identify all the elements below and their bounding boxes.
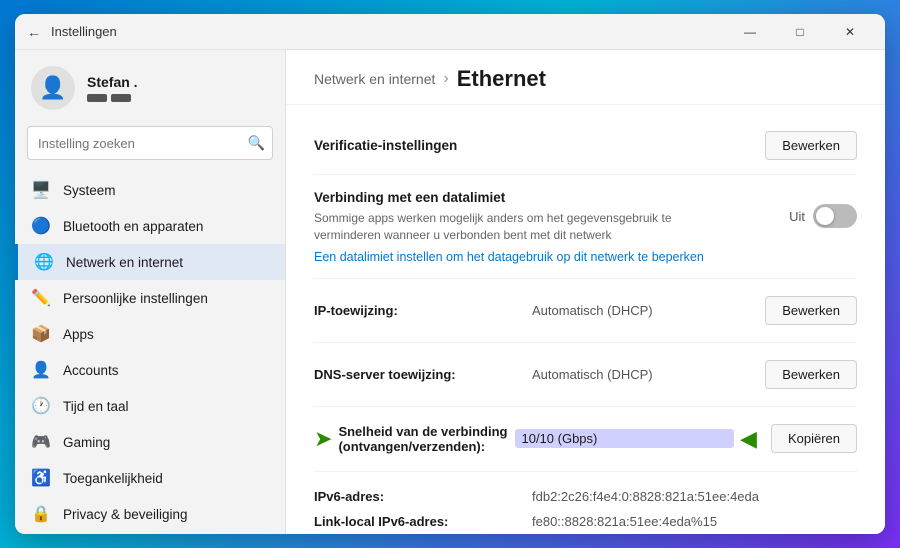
toggle-knob: [816, 207, 834, 225]
sidebar-item-gaming[interactable]: 🎮 Gaming: [15, 424, 285, 460]
sidebar-item-accounts[interactable]: 👤 Accounts: [15, 352, 285, 388]
sidebar-item-netwerk[interactable]: 🌐 Netwerk en internet: [15, 244, 285, 280]
window-title: Instellingen: [51, 24, 727, 39]
bluetooth-icon: 🔵: [31, 216, 51, 236]
ipv6-adres-value: fdb2:2c26:f4e4:0:8828:821a:51ee:4eda: [532, 489, 857, 504]
ipv6-adres-label: IPv6-adres:: [314, 489, 524, 504]
apps-icon: 📦: [31, 324, 51, 344]
datalimiet-toggle-wrap: Uit: [789, 204, 857, 228]
ip-toewijzing-bewerken-button[interactable]: Bewerken: [765, 296, 857, 325]
maximize-button[interactable]: □: [777, 17, 823, 47]
datalimiet-label-block: Verbinding met een datalimiet Sommige ap…: [314, 189, 777, 244]
user-section: 👤 Stefan .: [15, 50, 285, 122]
main-content: 👤 Stefan . 🔍 🖥️ Systeem: [15, 50, 885, 534]
ipv6-section: IPv6-adres: fdb2:2c26:f4e4:0:8828:821a:5…: [314, 472, 857, 534]
link-local-label: Link-local IPv6-adres:: [314, 514, 524, 529]
user-info: Stefan .: [87, 74, 138, 102]
breadcrumb-separator: ›: [443, 70, 448, 88]
user-dots: [87, 94, 138, 102]
page-header: Netwerk en internet › Ethernet: [286, 50, 885, 105]
settings-body: Verificatie-instellingen Bewerken Verbin…: [286, 105, 885, 534]
sidebar-item-privacy[interactable]: 🔒 Privacy & beveiliging: [15, 496, 285, 532]
page-title: Ethernet: [457, 66, 546, 92]
privacy-icon: 🔒: [31, 504, 51, 524]
datalimiet-desc: Sommige apps werken mogelijk anders om h…: [314, 210, 734, 244]
dns-section: DNS-server toewijzing: Automatisch (DHCP…: [314, 343, 857, 407]
sidebar-item-tijd[interactable]: 🕐 Tijd en taal: [15, 388, 285, 424]
breadcrumb: Netwerk en internet › Ethernet: [314, 66, 857, 92]
accounts-icon: 👤: [31, 360, 51, 380]
verificatie-label-block: Verificatie-instellingen: [314, 137, 753, 155]
sidebar-item-label: Bluetooth en apparaten: [63, 219, 203, 234]
datalimiet-section: Verbinding met een datalimiet Sommige ap…: [314, 175, 857, 279]
link-local-value: fe80::8828:821a:51ee:4eda%15: [532, 514, 857, 529]
gaming-icon: 🎮: [31, 432, 51, 452]
verificatie-section: Verificatie-instellingen Bewerken: [314, 117, 857, 175]
verificatie-label: Verificatie-instellingen: [314, 138, 457, 153]
breadcrumb-parent: Netwerk en internet: [314, 71, 435, 87]
ipv6-adres-row: IPv6-adres: fdb2:2c26:f4e4:0:8828:821a:5…: [314, 484, 857, 509]
verificatie-row: Verificatie-instellingen Bewerken: [314, 131, 857, 160]
datalimiet-row: Verbinding met een datalimiet Sommige ap…: [314, 189, 857, 244]
user-icon: 👤: [39, 75, 66, 101]
nav-list: 🖥️ Systeem 🔵 Bluetooth en apparaten 🌐 Ne…: [15, 172, 285, 534]
user-name: Stefan .: [87, 74, 138, 90]
datalimiet-link[interactable]: Een datalimiet instellen om het datagebr…: [314, 250, 857, 264]
sidebar-item-apps[interactable]: 📦 Apps: [15, 316, 285, 352]
settings-window: ← Instellingen — □ ✕ 👤 Stefan .: [15, 14, 885, 534]
link-local-ipv6-row: Link-local IPv6-adres: fe80::8828:821a:5…: [314, 509, 857, 534]
ip-toewijzing-row: IP-toewijzing: Automatisch (DHCP) Bewerk…: [314, 291, 857, 330]
sidebar-item-label: Gaming: [63, 435, 110, 450]
sidebar-item-systeem[interactable]: 🖥️ Systeem: [15, 172, 285, 208]
sidebar-item-label: Apps: [63, 327, 94, 342]
datalimiet-toggle[interactable]: [813, 204, 857, 228]
arrow-left-icon: ➤: [314, 426, 332, 452]
search-box[interactable]: 🔍: [27, 126, 273, 160]
titlebar: ← Instellingen — □ ✕: [15, 14, 885, 50]
sidebar-item-label: Systeem: [63, 183, 116, 198]
sidebar-item-bluetooth[interactable]: 🔵 Bluetooth en apparaten: [15, 208, 285, 244]
snelheid-value: 10/10 (Gbps): [515, 429, 734, 448]
avatar: 👤: [31, 66, 75, 110]
snelheid-label: Snelheid van de verbinding(ontvangen/ver…: [338, 424, 507, 454]
ip-toewijzing-label: IP-toewijzing:: [314, 303, 524, 318]
search-input[interactable]: [27, 126, 273, 160]
arrow-right-icon: ◀: [740, 426, 757, 452]
dns-bewerken-button[interactable]: Bewerken: [765, 360, 857, 389]
tijd-icon: 🕐: [31, 396, 51, 416]
dot-2: [111, 94, 131, 102]
dot-1: [87, 94, 107, 102]
window-controls: — □ ✕: [727, 17, 873, 47]
sidebar-item-label: Privacy & beveiliging: [63, 507, 188, 522]
persoonlijk-icon: ✏️: [31, 288, 51, 308]
toggle-off-label: Uit: [789, 209, 805, 224]
kopieren-button[interactable]: Kopiëren: [771, 424, 857, 453]
sidebar: 👤 Stefan . 🔍 🖥️ Systeem: [15, 50, 285, 534]
right-panel: Netwerk en internet › Ethernet Verificat…: [285, 50, 885, 534]
sidebar-item-label: Netwerk en internet: [66, 255, 183, 270]
dns-label: DNS-server toewijzing:: [314, 367, 524, 382]
ip-toewijzing-value: Automatisch (DHCP): [532, 303, 757, 318]
sidebar-item-label: Accounts: [63, 363, 119, 378]
verificatie-bewerken-button[interactable]: Bewerken: [765, 131, 857, 160]
close-button[interactable]: ✕: [827, 17, 873, 47]
sidebar-item-toegankelijkheid[interactable]: ♿ Toegankelijkheid: [15, 460, 285, 496]
back-button[interactable]: ←: [27, 24, 41, 40]
dns-value: Automatisch (DHCP): [532, 367, 757, 382]
arrow-container: ➤ Snelheid van de verbinding(ontvangen/v…: [314, 424, 763, 454]
sidebar-item-label: Persoonlijke instellingen: [63, 291, 208, 306]
snelheid-row: ➤ Snelheid van de verbinding(ontvangen/v…: [314, 419, 857, 459]
snelheid-section: ➤ Snelheid van de verbinding(ontvangen/v…: [314, 407, 857, 472]
netwerk-icon: 🌐: [34, 252, 54, 272]
minimize-button[interactable]: —: [727, 17, 773, 47]
sidebar-item-persoonlijk[interactable]: ✏️ Persoonlijke instellingen: [15, 280, 285, 316]
sidebar-item-label: Tijd en taal: [63, 399, 129, 414]
ip-toewijzing-section: IP-toewijzing: Automatisch (DHCP) Bewerk…: [314, 279, 857, 343]
datalimiet-label: Verbinding met een datalimiet: [314, 190, 505, 205]
sidebar-item-label: Toegankelijkheid: [63, 471, 163, 486]
systeem-icon: 🖥️: [31, 180, 51, 200]
toegankelijkheid-icon: ♿: [31, 468, 51, 488]
search-icon: 🔍: [248, 135, 265, 152]
dns-row: DNS-server toewijzing: Automatisch (DHCP…: [314, 355, 857, 394]
